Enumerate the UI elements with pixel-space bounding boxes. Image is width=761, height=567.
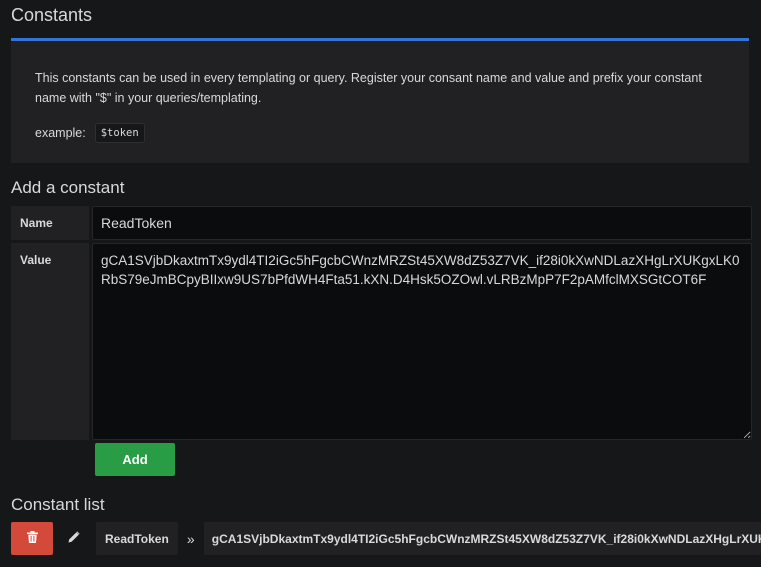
constant-name: ReadToken [96, 522, 178, 555]
chevron-right-icon: » [186, 530, 195, 547]
trash-icon [26, 531, 38, 546]
pencil-icon [68, 531, 80, 546]
name-label: Name [11, 206, 89, 240]
page-title: Constants [11, 5, 93, 25]
add-constant-title: Add a constant [11, 178, 125, 197]
delete-button[interactable] [11, 522, 53, 555]
constants-page: Constants This constants can be used in … [0, 0, 761, 567]
constant-list-title: Constant list [11, 495, 105, 514]
constant-list-row: ReadToken » gCA1SVjbDkaxtmTx9ydl4TI2iGc5… [11, 522, 761, 555]
edit-button[interactable] [53, 522, 95, 555]
info-panel: This constants can be used in every temp… [11, 38, 749, 163]
value-label: Value [11, 243, 89, 440]
constant-value: gCA1SVjbDkaxtmTx9ydl4TI2iGc5hFgcbCWnzMRZ… [203, 522, 761, 555]
value-textarea[interactable]: gCA1SVjbDkaxtmTx9ydl4TI2iGc5hFgcbCWnzMRZ… [92, 243, 752, 440]
info-description: This constants can be used in every temp… [35, 71, 702, 105]
name-input[interactable] [92, 206, 752, 240]
example-label: example: [35, 126, 86, 140]
add-button[interactable]: Add [95, 443, 175, 476]
example-code: $token [94, 123, 145, 143]
example-row: example: $token [35, 123, 145, 143]
